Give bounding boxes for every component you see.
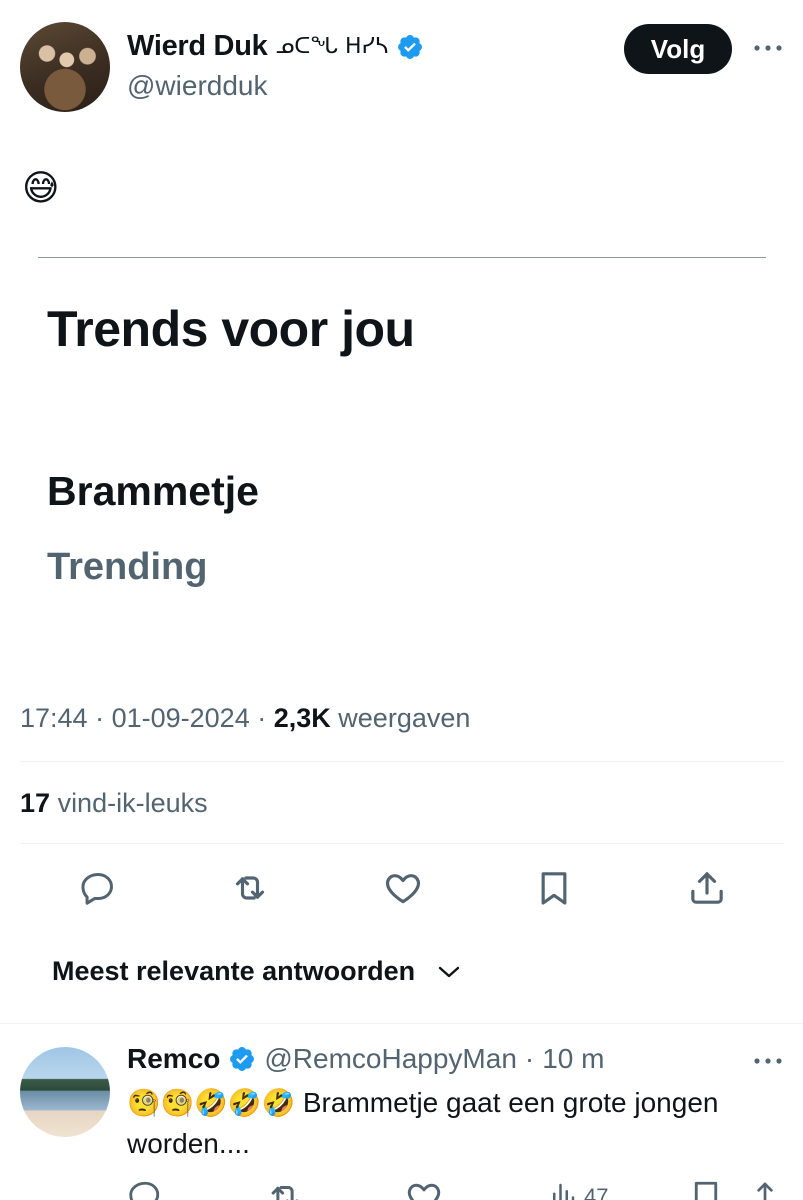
reply-like-icon[interactable] xyxy=(405,1178,443,1200)
like-icon[interactable] xyxy=(381,866,425,910)
author-display-name[interactable]: Wierd Duk xyxy=(127,30,268,63)
reply-icon[interactable] xyxy=(76,866,120,910)
likes-summary[interactable]: 17 vind-ik-leuks xyxy=(20,788,208,819)
tweet-text: 😅 xyxy=(22,168,60,209)
tweet-meta: 17:44 · 01-09-2024 · 2,3K weergaven xyxy=(20,703,470,734)
views-icon xyxy=(553,1183,575,1200)
reply-time[interactable]: 10 m xyxy=(542,1043,604,1075)
reply-sort-selector[interactable]: Meest relevante antwoorden xyxy=(52,956,461,987)
tweet-time[interactable]: 17:44 xyxy=(20,703,88,733)
verified-badge-icon xyxy=(230,1047,255,1071)
author-handle[interactable]: @wierdduk xyxy=(127,70,267,102)
reply-handle[interactable]: @RemcoHappyMan xyxy=(264,1043,517,1075)
embed-divider xyxy=(38,257,766,258)
reply-display-name[interactable]: Remco xyxy=(127,1043,220,1075)
reply-reply-icon[interactable] xyxy=(127,1178,163,1200)
likes-label: vind-ik-leuks xyxy=(57,788,208,818)
reply-views[interactable]: 47 xyxy=(548,1178,608,1200)
reply-views-count: 47 xyxy=(584,1184,609,1200)
author-avatar[interactable] xyxy=(20,22,110,112)
reply-text: 🧐🧐🤣🤣🤣 Brammetje gaat een grote jongen wo… xyxy=(127,1083,767,1164)
likes-count: 17 xyxy=(20,788,51,818)
retweet-icon[interactable] xyxy=(228,866,272,910)
chevron-down-icon xyxy=(438,966,460,977)
reply-retweet-icon[interactable] xyxy=(266,1178,304,1200)
author-name-glyphs: ᓄᑕᖓ ᕼᓯᓴ xyxy=(275,34,389,59)
views-count: 2,3K xyxy=(273,703,331,733)
views-label: weergaven xyxy=(338,703,471,733)
reply-header: Remco @RemcoHappyMan · 10 m xyxy=(127,1043,604,1075)
reply-more-options-icon[interactable] xyxy=(748,1046,788,1076)
reply-avatar[interactable] xyxy=(20,1047,110,1137)
follow-button[interactable]: Volg xyxy=(624,24,732,74)
more-options-icon[interactable] xyxy=(748,28,788,68)
embed-trend-status: Trending xyxy=(47,546,208,588)
embed-trend-name: Brammetje xyxy=(47,468,259,514)
reply-emojis: 🧐🧐🤣🤣🤣 xyxy=(127,1088,296,1119)
meta-separator: · xyxy=(257,703,274,733)
divider xyxy=(20,843,784,844)
sort-label: Meest relevante antwoorden xyxy=(52,956,416,986)
reply-separator: · xyxy=(524,1043,535,1074)
reply-bookmark-icon[interactable] xyxy=(688,1178,724,1200)
verified-badge-icon xyxy=(398,34,422,59)
divider xyxy=(20,761,784,762)
author-name-row: Wierd Duk ᓄᑕᖓ ᕼᓯᓴ xyxy=(127,30,424,63)
tweet-date[interactable]: 01-09-2024 xyxy=(112,703,250,733)
bookmark-icon[interactable] xyxy=(532,866,576,910)
meta-separator: · xyxy=(95,703,112,733)
share-icon[interactable] xyxy=(685,866,729,910)
divider xyxy=(0,1023,803,1024)
embed-title: Trends voor jou xyxy=(47,301,415,357)
reply-share-icon[interactable] xyxy=(748,1178,782,1200)
